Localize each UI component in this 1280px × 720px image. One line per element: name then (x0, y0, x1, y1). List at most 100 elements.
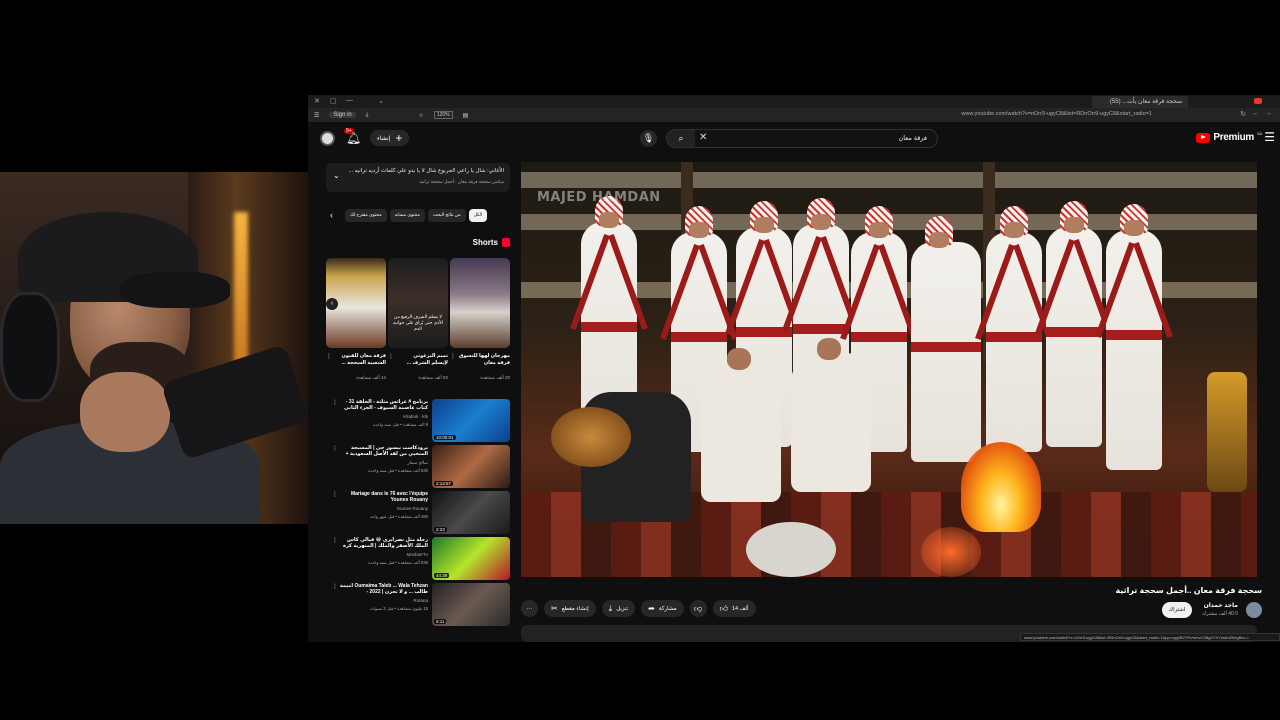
list-item[interactable]: 5:11 ⋮ Oumaima Taleb ... Wala Tehzan أمي… (326, 583, 510, 629)
video-thumbnail[interactable]: 10:00:01 (432, 399, 510, 442)
search-icon[interactable]: ⌕ (667, 130, 695, 147)
notice-subtitle: ميكس سحجة فرقة معان ..أجمل سحجة تراثية (419, 179, 504, 184)
dancer (1095, 204, 1173, 470)
short-item[interactable]: ⋮ فرقة معان للفنون الشعبية السحجة ... 42… (326, 258, 386, 388)
url-field[interactable]: www.youtube.com/watch?v=nOrr9-ugyC8&list… (961, 111, 1152, 117)
microphone-search-icon[interactable]: 🎙︎ (640, 130, 657, 147)
chevron-left-icon[interactable]: ‹ (330, 210, 342, 220)
reload-icon[interactable]: ↻ (1240, 110, 1246, 118)
clip-label: إنشاء مقطع (561, 605, 589, 612)
short-thumbnail[interactable]: لا يسلم الشرف الرفيع من الأذى حتى يُراق … (388, 258, 448, 348)
video-player[interactable]: MAJED HAMDAN (521, 162, 1257, 577)
minimize-window-icon[interactable]: — (346, 97, 353, 104)
chip-search-results[interactable]: من نتائج البحث (427, 208, 466, 222)
lantern (1207, 372, 1247, 492)
tab-bar: ✕ ▢ — ⌄ + سحجة فرقة معان يأت... (55) (308, 95, 1280, 108)
search-box[interactable]: ⌕ ✕ فرقة معان (666, 129, 938, 148)
zoom-level[interactable]: 120% (433, 111, 453, 119)
list-item[interactable]: 10:00:01 ⋮ برنامج # عرائس مثلثة - الحلقة… (326, 399, 510, 445)
channel-avatar[interactable] (1246, 602, 1262, 618)
video-thumbnail[interactable]: 5:11 (432, 583, 510, 626)
list-item[interactable]: 44:39 ⋮ رحلة مثل نصرابري 😂 فيالي كأس الم… (326, 537, 510, 583)
tent-stripe (521, 172, 1257, 188)
create-button[interactable]: إنشاء + (370, 130, 410, 146)
download-label: تنزيل (616, 605, 629, 612)
streamer-cap-brim (120, 272, 230, 308)
shorts-header: Shorts (473, 238, 510, 247)
shorts-shelf: ‹ ⋮ مهرجان لهها للتسوق فرقة معان 20 ألف … (326, 258, 510, 388)
channel-name[interactable]: صالح سمار (407, 460, 428, 466)
download-icon[interactable]: ⤓ (366, 112, 369, 119)
channel-name[interactable]: Kitabuk - ktk (403, 414, 428, 419)
back-icon[interactable]: ← (1252, 110, 1259, 118)
short-item[interactable]: ⋮ مهرجان لهها للتسوق فرقة معان 20 ألف مش… (450, 258, 510, 388)
shorts-title: Shorts (472, 238, 498, 247)
chevron-left-icon[interactable]: ‹ (326, 298, 338, 310)
list-item[interactable]: 2:14:57 ⋮ برودكاست ببسور جي | المسبحة ال… (326, 445, 510, 491)
tab-list-icon[interactable]: ⌄ (378, 97, 384, 105)
dislike-button[interactable]: 👎︎ (689, 600, 707, 617)
plus-icon: + (395, 131, 403, 145)
clear-search-icon[interactable]: ✕ (699, 132, 707, 143)
forward-icon[interactable]: → (1265, 110, 1272, 118)
youtube-premium-logo[interactable]: Premium SA (1196, 131, 1262, 143)
thumbs-up-icon: 👍︎ (719, 603, 728, 613)
channel-name[interactable]: Rotana (413, 598, 428, 603)
video-thumbnail[interactable]: 2:14:57 (432, 445, 510, 488)
like-button[interactable]: 👍︎ 14 ألف (712, 600, 756, 617)
video-title[interactable]: برنامج # عرائس مثلثة - الحلقة 31 - كتاب … (338, 399, 428, 412)
streamer-hand (80, 372, 170, 452)
channel-name[interactable]: Younes Rouany (396, 506, 428, 511)
drum (746, 522, 836, 577)
list-item[interactable]: 2:23 ⋮ Mariage dans le 76 avec l'équipe … (326, 491, 510, 537)
video-title[interactable]: Oumaima Taleb ... Wala Tehzan أميمة طالب… (338, 583, 428, 596)
more-options-icon[interactable]: ⋮ (450, 353, 456, 360)
duration-badge: 2:14:57 (434, 481, 454, 486)
chip-recommended[interactable]: محتوى مقترح لك (345, 208, 387, 222)
related-videos-list: 10:00:01 ⋮ برنامج # عرائس مثلثة - الحلقة… (326, 399, 510, 629)
chevron-down-icon[interactable]: ⌄ (333, 171, 340, 180)
sign-in-button[interactable]: Sign in (329, 112, 356, 118)
subscribe-button[interactable]: اشتراك (1162, 602, 1192, 618)
playlist-notice[interactable]: الأغاني: شال يا راعي الجربوع شال لا يا ب… (326, 163, 510, 192)
bell-icon[interactable]: 🔔︎ (346, 131, 361, 145)
account-avatar[interactable] (320, 131, 335, 146)
menu-icon[interactable]: ☰ (314, 112, 319, 119)
chip-similar[interactable]: محتوى مشابه (389, 208, 425, 222)
duration-badge: 44:39 (434, 573, 450, 578)
share-label: مشاركة (658, 605, 677, 612)
short-thumbnail[interactable] (450, 258, 510, 348)
more-options-icon[interactable]: ⋮ (326, 353, 332, 360)
video-thumbnail[interactable]: 2:23 (432, 491, 510, 534)
search-input[interactable]: فرقة معان (899, 134, 927, 142)
channel-name[interactable]: MesharrTv (406, 552, 428, 557)
close-window-icon[interactable]: ✕ (314, 97, 320, 105)
tab-title: سحجة فرقة معان يأت... (55) (1109, 99, 1182, 105)
channel-name[interactable]: ماجد حمدان (1204, 602, 1238, 609)
seated-performer (701, 348, 781, 502)
campfire (961, 442, 1041, 532)
tab-youtube[interactable]: سحجة فرقة معان يأت... (55) (1092, 96, 1188, 108)
video-title[interactable]: Mariage dans le 76 avec l'équipe Younes … (338, 491, 428, 504)
filter-chips: ‹ محتوى مقترح لك محتوى مشابه من نتائج ال… (330, 208, 511, 222)
download-button[interactable]: ⤓ تنزيل (601, 600, 636, 617)
chip-all[interactable]: الكل (468, 208, 488, 222)
more-actions-icon[interactable]: ⋯ (521, 600, 538, 617)
region-code: SA (1257, 131, 1262, 136)
short-title: فرقة معان للفنون الشعبية السحجة ... (341, 353, 387, 366)
youtube-logo-icon (1196, 132, 1211, 143)
bookmark-star-icon[interactable]: ☆ (418, 112, 423, 119)
video-title[interactable]: برودكاست ببسور جي | المسبحة المتحيي من ل… (338, 445, 428, 458)
duration-badge: 5:11 (434, 619, 447, 624)
clip-button[interactable]: ✂ إنشاء مقطع (544, 600, 596, 617)
recording-indicator-icon (1254, 98, 1262, 104)
more-options-icon[interactable]: ⋮ (388, 353, 394, 360)
guide-menu-icon[interactable]: ☰ (1264, 130, 1275, 144)
restore-window-icon[interactable]: ▢ (330, 97, 337, 105)
short-views: 20 ألف مشاهدة (480, 375, 510, 380)
short-item[interactable]: لا يسلم الشرف الرفيع من الأذى حتى يُراق … (388, 258, 448, 388)
video-thumbnail[interactable]: 44:39 (432, 537, 510, 580)
share-button[interactable]: ➦ مشاركة (641, 600, 684, 617)
reader-mode-icon[interactable]: ▤ (463, 112, 469, 119)
video-title[interactable]: رحلة مثل نصرابري 😂 فيالي كأس الملك الأصف… (338, 537, 428, 550)
